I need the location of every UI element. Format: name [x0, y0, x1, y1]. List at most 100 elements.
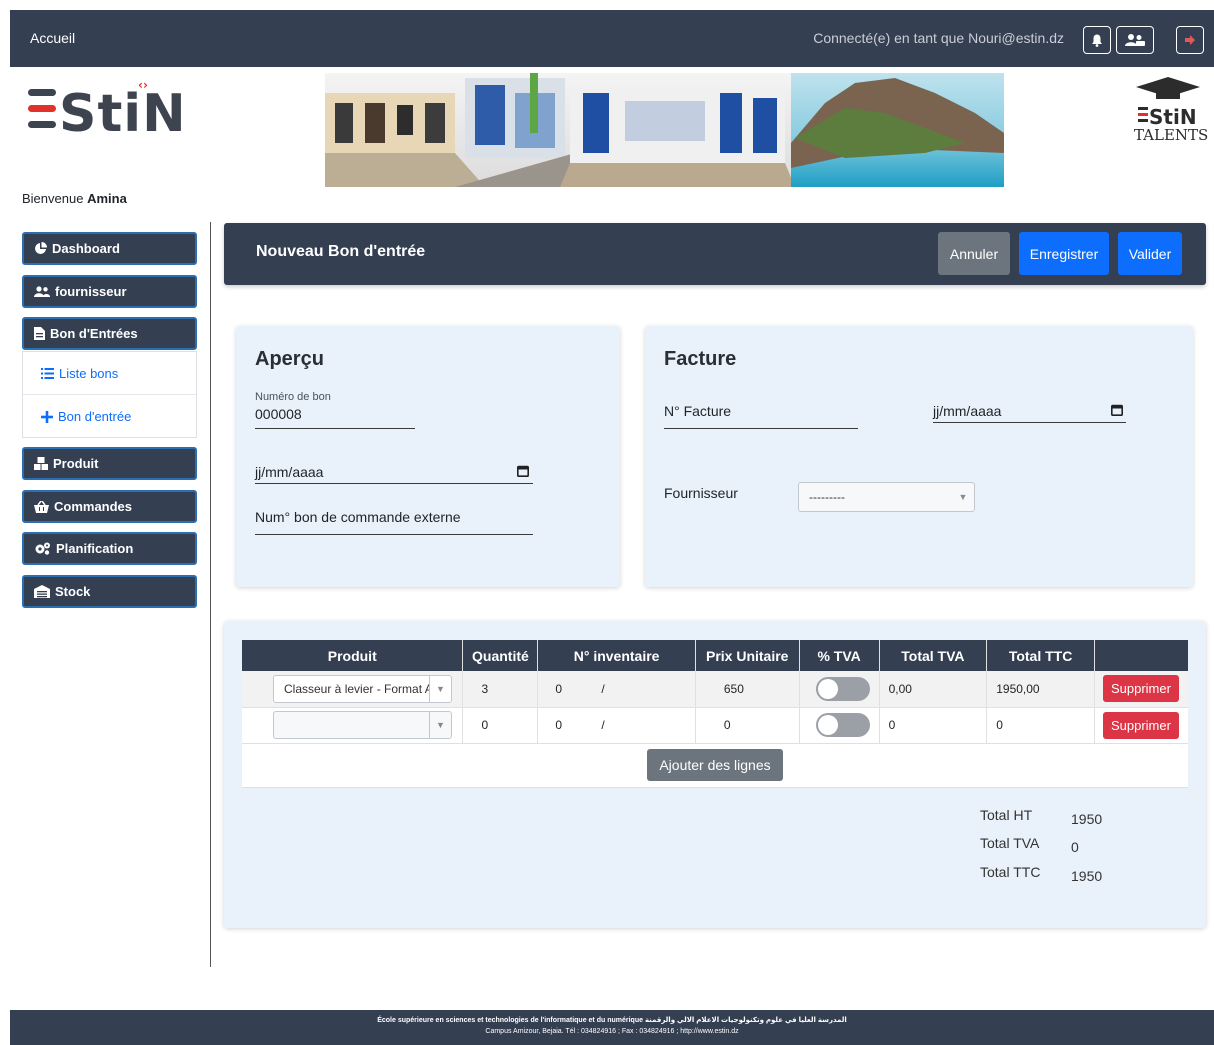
warehouse-icon	[34, 585, 50, 598]
validate-button[interactable]: Valider	[1118, 232, 1182, 275]
sidebar-divider	[210, 222, 211, 967]
sidebar-item-stock[interactable]: Stock	[22, 575, 197, 608]
notifications-button[interactable]	[1083, 26, 1111, 54]
supplier-label: Fournisseur	[664, 485, 738, 501]
product-cell: Classeur à levier - Format A ▼	[242, 671, 464, 708]
col-header-actions	[1094, 640, 1188, 671]
inventory-separator: /	[601, 718, 605, 732]
tva-toggle-switch[interactable]	[815, 713, 870, 737]
total-ttc-value: 1950	[1071, 868, 1103, 884]
inventory-separator: /	[601, 681, 605, 696]
sidebar-submenu: Liste bons Bon d'entrée	[22, 351, 197, 438]
sidebar-item-planification[interactable]: Planification	[22, 532, 197, 565]
facture-title: Facture	[664, 348, 737, 370]
chevron-down-icon: ▼	[429, 712, 451, 738]
invoice-date-input[interactable]: jj/mm/aaaa	[933, 403, 1001, 419]
add-lines-row: Ajouter des lignes	[242, 743, 1188, 788]
logged-in-user: Connecté(e) en tant que Nouri@estin.dz	[813, 30, 1064, 46]
sidebar-item-label: Produit	[53, 456, 99, 471]
total-ttc-label: Total TTC	[980, 864, 1041, 880]
users-icon	[1125, 34, 1145, 46]
col-header-total-ttc: Total TTC	[986, 640, 1095, 671]
add-lines-cell: Ajouter des lignes	[242, 743, 1188, 788]
calendar-icon[interactable]	[517, 465, 529, 477]
chevron-down-icon: ▼	[958, 492, 968, 502]
invoice-date-underline	[933, 422, 1126, 423]
sidebar-item-produit[interactable]: Produit	[22, 447, 197, 480]
bon-number-label: Numéro de bon	[255, 391, 331, 403]
apercu-card: Aperçu Numéro de bon 000008 jj/mm/aaaa N…	[236, 326, 620, 587]
apercu-title: Aperçu	[255, 348, 324, 370]
sidebar-subitem-label: Bon d'entrée	[58, 409, 132, 424]
delete-row-button[interactable]: Supprimer	[1102, 711, 1179, 739]
external-order-underline	[255, 534, 533, 535]
price-cell[interactable]: 0	[695, 707, 800, 744]
col-header-prix: Prix Unitaire	[695, 640, 800, 671]
supplier-select-value: ---------	[809, 490, 845, 504]
sidebar-item-bon-entrees[interactable]: Bon d'Entrées	[22, 317, 197, 350]
basket-icon	[34, 500, 49, 513]
sidebar-item-commandes[interactable]: Commandes	[22, 490, 197, 523]
total-ht-label: Total HT	[980, 807, 1033, 823]
campus-banner-image	[325, 73, 1004, 187]
total-ttc-cell: 1950,00	[986, 671, 1095, 708]
qty-cell[interactable]: 0	[462, 707, 539, 744]
sidebar-item-fournisseur[interactable]: fournisseur	[22, 275, 197, 308]
delete-cell: Supprimer	[1094, 671, 1188, 708]
inventory-cell[interactable]: 0 /	[537, 671, 696, 708]
file-icon	[34, 327, 45, 340]
calendar-icon[interactable]	[1111, 404, 1123, 416]
logout-button[interactable]	[1176, 26, 1204, 54]
estin-logo: StiN ‹›	[28, 78, 186, 144]
total-tva-cell: 0	[879, 707, 988, 744]
bon-number-value[interactable]: 000008	[255, 406, 302, 422]
tva-toggle-cell	[799, 707, 880, 744]
page-footer: École supérieure en sciences et technolo…	[10, 1010, 1214, 1045]
product-select[interactable]: Classeur à levier - Format A ▼	[273, 674, 452, 703]
inventory-number: 0	[555, 718, 563, 732]
bon-date-underline	[255, 483, 533, 484]
list-icon	[41, 367, 54, 379]
sidebar-subitem-bon-entree[interactable]: Bon d'entrée	[23, 395, 196, 438]
qty-cell[interactable]: 3	[462, 671, 539, 708]
top-navbar: Accueil Connecté(e) en tant que Nouri@es…	[10, 10, 1214, 67]
cogs-icon	[35, 542, 50, 555]
bell-icon	[1092, 34, 1102, 47]
save-button[interactable]: Enregistrer	[1019, 232, 1109, 275]
product-select[interactable]: ▼	[273, 711, 452, 739]
product-cell: ▼	[242, 707, 464, 744]
plus-icon	[41, 410, 53, 423]
welcome-prefix: Bienvenue	[22, 191, 84, 206]
invoice-number-field[interactable]: N° Facture	[664, 403, 731, 419]
price-cell[interactable]: 650	[695, 671, 800, 708]
welcome-username: Amina	[87, 191, 127, 206]
svg-text:‹›: ‹›	[138, 78, 148, 92]
sidebar-item-label: fournisseur	[55, 284, 127, 299]
total-tva-label: Total TVA	[980, 835, 1040, 851]
delete-row-button[interactable]: Supprimer	[1102, 675, 1179, 703]
chart-pie-icon	[35, 242, 47, 254]
table-row: Classeur à levier - Format A ▼ 3 0 / 650…	[242, 671, 1188, 708]
home-link[interactable]: Accueil	[30, 30, 75, 46]
col-header-quantite: Quantité	[462, 640, 539, 671]
sidebar-item-label: Stock	[55, 584, 91, 599]
inventory-cell[interactable]: 0 /	[537, 707, 696, 744]
col-header-produit: Produit	[242, 640, 464, 671]
tva-toggle-switch[interactable]	[815, 676, 870, 701]
lines-table-wrapper: Produit Quantité N° inventaire Prix Unit…	[242, 640, 1188, 788]
supplier-select[interactable]: --------- ▼	[798, 482, 975, 512]
total-ttc-cell: 0	[986, 707, 1095, 744]
users-button[interactable]	[1116, 26, 1154, 54]
total-tva-value: 0	[1071, 839, 1079, 855]
delete-cell: Supprimer	[1094, 707, 1188, 744]
external-order-field[interactable]: Num° bon de commande externe	[255, 509, 461, 525]
logout-icon	[1185, 35, 1195, 45]
cancel-button[interactable]: Annuler	[938, 232, 1010, 275]
sidebar-subitem-liste-bons[interactable]: Liste bons	[23, 352, 196, 395]
bon-date-input[interactable]: jj/mm/aaaa	[255, 464, 323, 480]
add-lines-button[interactable]: Ajouter des lignes	[647, 749, 783, 781]
total-ht-value: 1950	[1071, 811, 1103, 827]
sidebar-item-label: Planification	[56, 541, 134, 556]
sidebar-item-dashboard[interactable]: Dashboard	[22, 232, 197, 265]
boxes-icon	[34, 457, 48, 470]
